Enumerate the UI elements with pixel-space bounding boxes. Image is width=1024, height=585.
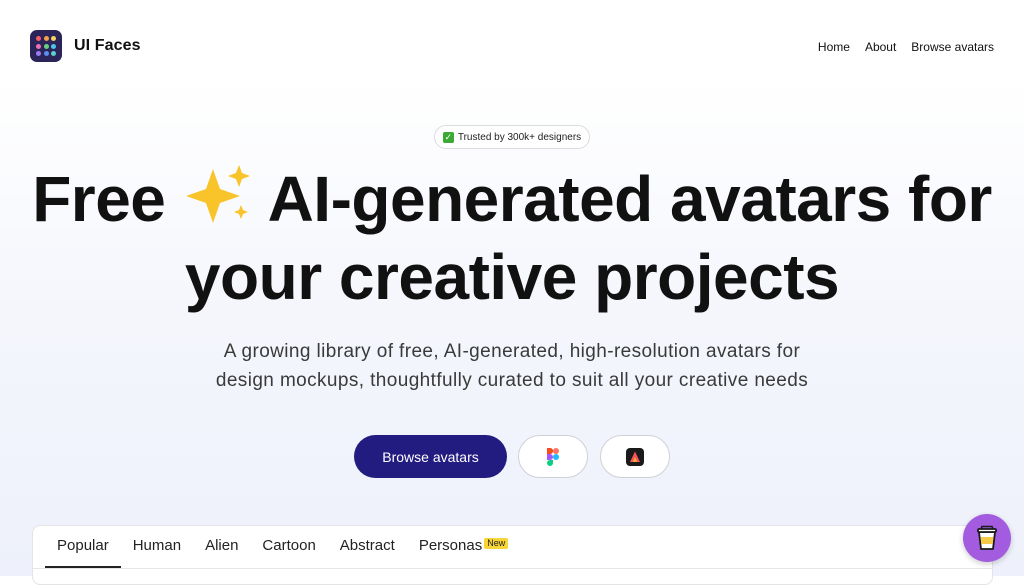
trusted-badge-text: Trusted by 300k+ designers — [457, 131, 582, 143]
adobe-express-icon — [626, 447, 644, 466]
sparkles-icon — [185, 165, 250, 223]
brand-name[interactable]: UI Faces — [74, 37, 141, 55]
tabs-divider — [33, 568, 992, 569]
adobe-express-plugin-button[interactable] — [600, 435, 670, 478]
figma-icon — [547, 447, 559, 466]
tab-cartoon-label: Cartoon — [262, 537, 316, 554]
tab-popular-label: Popular — [57, 537, 109, 554]
headline-rest: AI-generated avatars for — [267, 163, 993, 235]
check-mark-icon: ✓ — [442, 131, 454, 143]
coffee-cup-icon — [977, 525, 997, 550]
figma-plugin-button[interactable] — [518, 435, 588, 478]
tab-abstract[interactable]: Abstract — [328, 526, 407, 568]
tab-cartoon[interactable]: Cartoon — [250, 526, 327, 568]
tab-human-label: Human — [132, 537, 182, 554]
tab-popular[interactable]: Popular — [45, 526, 121, 568]
new-badge: New — [484, 538, 509, 549]
nav-about-link[interactable]: About — [865, 40, 896, 54]
tab-human[interactable]: Human — [121, 526, 193, 568]
subtitle-line1: A growing library of free, AI-generated,… — [223, 341, 801, 362]
avatar-browser-panel: Popular Human Alien Cartoon Abstract Per… — [32, 525, 993, 585]
tab-alien[interactable]: Alien — [193, 526, 250, 568]
nav-home-link[interactable]: Home — [818, 40, 850, 54]
tab-alien-label: Alien — [205, 537, 239, 554]
trusted-badge: ✓ Trusted by 300k+ designers — [434, 125, 590, 149]
dot-grid-logo-icon[interactable] — [30, 30, 62, 62]
tab-personas-label: Personas — [418, 537, 483, 554]
site-header: UI Faces Home About Browse avatars — [0, 0, 1024, 94]
headline-line2: your creative projects — [184, 241, 840, 313]
buy-me-a-coffee-button[interactable] — [963, 514, 1011, 562]
tab-personas[interactable]: Personas New — [407, 526, 520, 568]
nav-browse-avatars-link[interactable]: Browse avatars — [911, 40, 994, 54]
category-tabs: Popular Human Alien Cartoon Abstract Per… — [45, 526, 520, 568]
subtitle-line2: design mockups, thoughtfully curated to … — [215, 370, 809, 391]
hero-subtitle: A growing library of free, AI-generated,… — [0, 337, 1024, 395]
browse-avatars-button[interactable]: Browse avatars — [354, 435, 507, 478]
hero-headline: Free AI-generated avatars for your creat… — [0, 160, 1024, 316]
main-nav: Home About Browse avatars — [818, 40, 994, 54]
headline-free: Free — [32, 163, 166, 235]
tab-abstract-label: Abstract — [339, 537, 395, 554]
